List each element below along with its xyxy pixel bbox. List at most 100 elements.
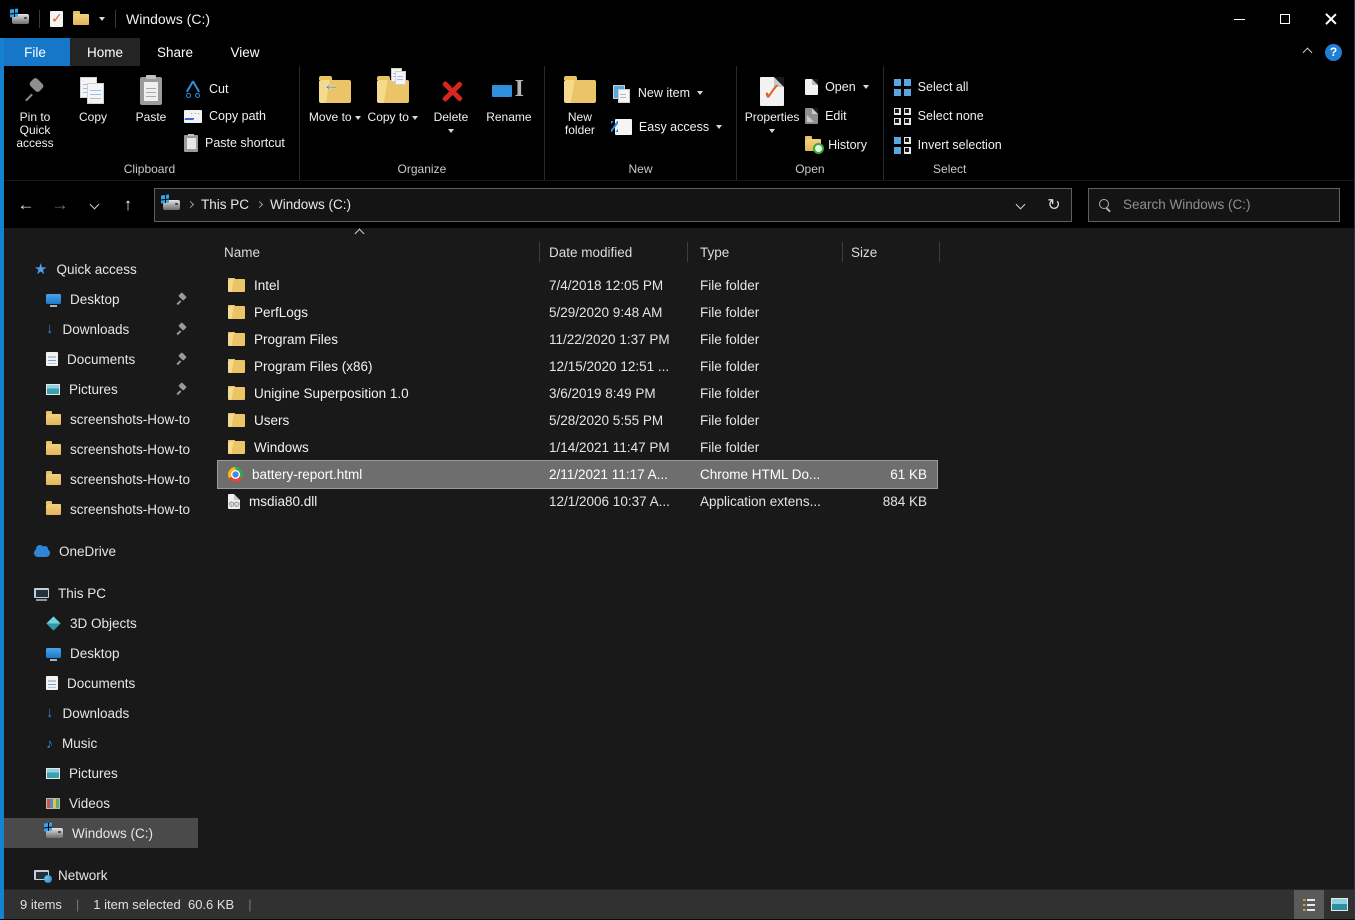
properties-button[interactable]: Properties (743, 70, 801, 139)
select-none-button[interactable]: Select none (890, 103, 1010, 129)
folder-icon (46, 444, 61, 455)
column-header-size[interactable]: Size (843, 242, 940, 262)
sidebar-item-quick-access[interactable]: ★Quick access (0, 254, 198, 284)
sidebar-item-pictures-pc[interactable]: Pictures (0, 758, 198, 788)
tab-share[interactable]: Share (140, 38, 210, 66)
details-view-button[interactable] (1294, 890, 1324, 920)
sidebar-item-desktop[interactable]: Desktop (0, 284, 198, 314)
sidebar-item-screenshots-folder[interactable]: screenshots-How-to (0, 464, 198, 494)
sidebar-item-onedrive[interactable]: OneDrive (0, 536, 198, 566)
search-input[interactable] (1121, 196, 1329, 213)
table-row[interactable]: Users 5/28/2020 5:55 PM File folder (218, 407, 937, 434)
select-all-button[interactable]: Select all (890, 74, 1010, 100)
address-dropdown-button[interactable] (1003, 189, 1037, 221)
maximize-icon (1280, 14, 1290, 24)
open-button[interactable]: Open (801, 74, 877, 100)
pin-to-quick-access-button[interactable]: Pin to Quick access (6, 70, 64, 152)
file-type: Chrome HTML Do... (700, 467, 849, 482)
sidebar-item-screenshots-folder[interactable]: screenshots-How-to (0, 434, 198, 464)
table-row[interactable]: Unigine Superposition 1.0 3/6/2019 8:49 … (218, 380, 937, 407)
breadcrumb-windows-c[interactable]: Windows (C:) (270, 197, 351, 212)
sidebar-item-network[interactable]: Network (0, 860, 198, 889)
sidebar-item-downloads[interactable]: ↓Downloads (0, 314, 198, 344)
tab-file[interactable]: File (0, 38, 70, 66)
copy-to-button[interactable]: Copy to (364, 70, 422, 126)
qat-new-folder-icon[interactable] (73, 14, 89, 25)
sidebar-item-windows-c[interactable]: Windows (C:) (0, 818, 198, 848)
move-to-button[interactable]: ← Move to (306, 70, 364, 126)
table-row[interactable]: Intel 7/4/2018 12:05 PM File folder (218, 272, 937, 299)
rename-button[interactable]: I Rename (480, 70, 538, 126)
history-icon (805, 139, 821, 151)
tab-view[interactable]: View (210, 38, 280, 66)
tab-home[interactable]: Home (70, 38, 140, 66)
recent-locations-button[interactable] (78, 189, 110, 221)
titlebar[interactable]: Windows (C:) (0, 0, 1354, 38)
qat-properties-icon[interactable] (50, 11, 63, 27)
paste-shortcut-button[interactable]: Paste shortcut (180, 130, 293, 156)
group-label-select: Select (890, 160, 1010, 180)
cut-button[interactable]: Cut (180, 76, 293, 102)
file-type: File folder (700, 359, 849, 374)
group-label-clipboard: Clipboard (6, 160, 293, 180)
edit-button[interactable]: Edit (801, 103, 877, 129)
column-header-name[interactable]: Name (218, 242, 540, 262)
forward-button[interactable]: → (44, 189, 76, 221)
sidebar-item-screenshots-folder[interactable]: screenshots-How-to (0, 404, 198, 434)
folder-icon (46, 504, 61, 515)
table-row[interactable]: PerfLogs 5/29/2020 9:48 AM File folder (218, 299, 937, 326)
history-button[interactable]: History (801, 132, 877, 158)
file-date: 5/29/2020 9:48 AM (549, 305, 700, 320)
sidebar-item-documents-pc[interactable]: Documents (0, 668, 198, 698)
table-row[interactable]: msdia80.dll 12/1/2006 10:37 A... Applica… (218, 488, 937, 515)
minimize-button[interactable] (1216, 0, 1262, 38)
sidebar-item-pictures[interactable]: Pictures (0, 374, 198, 404)
copy-path-button[interactable]: Copy path (180, 103, 293, 129)
back-button[interactable]: ← (10, 189, 42, 221)
sidebar-item-documents[interactable]: Documents (0, 344, 198, 374)
breadcrumb-this-pc[interactable]: This PC (201, 197, 249, 212)
column-header-date-modified[interactable]: Date modified (540, 242, 688, 262)
copy-button[interactable]: Copy (64, 70, 122, 126)
window-accent-border (0, 38, 4, 919)
file-date: 2/11/2021 11:17 A... (549, 467, 700, 482)
sidebar-item-3d-objects[interactable]: 3D Objects (0, 608, 198, 638)
properties-icon (760, 77, 784, 106)
table-row[interactable]: Program Files 11/22/2020 1:37 PM File fo… (218, 326, 937, 353)
search-box[interactable] (1088, 188, 1340, 222)
table-row-selected[interactable]: battery-report.html 2/11/2021 11:17 A...… (218, 461, 937, 488)
address-row: ← → ↑ This PC Windows (C:) ↻ (0, 181, 1354, 228)
file-type: File folder (700, 278, 849, 293)
delete-button[interactable]: Delete (422, 70, 480, 139)
table-row[interactable]: Windows 1/14/2021 11:47 PM File folder (218, 434, 937, 461)
refresh-button[interactable]: ↻ (1037, 189, 1071, 221)
file-date: 12/1/2006 10:37 A... (549, 494, 700, 509)
qat-customize-caret-icon[interactable] (99, 17, 105, 21)
up-button[interactable]: ↑ (112, 189, 144, 221)
column-header-type[interactable]: Type (688, 242, 843, 262)
invert-selection-button[interactable]: Invert selection (890, 132, 1010, 158)
sidebar-item-videos[interactable]: Videos (0, 788, 198, 818)
file-type: Application extens... (700, 494, 849, 509)
sidebar-item-screenshots-folder[interactable]: screenshots-How-to (0, 494, 198, 524)
close-icon (1325, 13, 1337, 25)
file-type: File folder (700, 440, 849, 455)
thumbnails-view-button[interactable] (1324, 890, 1354, 920)
sidebar-item-desktop-pc[interactable]: Desktop (0, 638, 198, 668)
collapse-ribbon-icon[interactable] (1303, 47, 1313, 57)
new-folder-button[interactable]: New folder (551, 70, 609, 139)
select-all-icon (894, 79, 911, 96)
paste-button[interactable]: Paste (122, 70, 180, 126)
sidebar-item-downloads-pc[interactable]: ↓Downloads (0, 698, 198, 728)
easy-access-button[interactable]: Easy access (609, 114, 730, 140)
folder-icon (228, 360, 245, 373)
new-item-button[interactable]: New item (609, 80, 730, 106)
help-icon[interactable]: ? (1325, 44, 1342, 61)
maximize-button[interactable] (1262, 0, 1308, 38)
close-button[interactable] (1308, 0, 1354, 38)
address-bar[interactable]: This PC Windows (C:) ↻ (154, 188, 1072, 222)
breadcrumb-chevron-icon (256, 201, 263, 208)
sidebar-item-music[interactable]: ♪Music (0, 728, 198, 758)
table-row[interactable]: Program Files (x86) 12/15/2020 12:51 ...… (218, 353, 937, 380)
sidebar-item-this-pc[interactable]: This PC (0, 578, 198, 608)
